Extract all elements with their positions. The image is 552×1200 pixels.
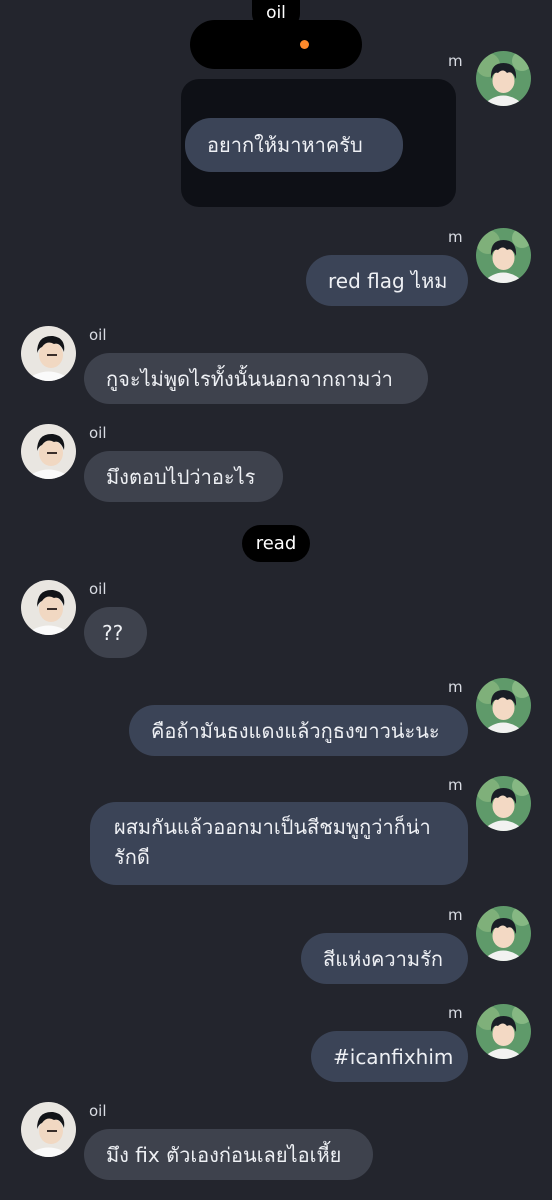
avatar-m-icon[interactable] xyxy=(476,906,531,961)
message-bubble[interactable]: มึงตอบไปว่าอะไร xyxy=(84,451,283,502)
avatar-m-icon[interactable] xyxy=(476,228,531,283)
message-bubble[interactable]: คือถ้ามันธงแดงแล้วกูธงขาวน่ะนะ xyxy=(129,705,468,756)
avatar-m-icon[interactable] xyxy=(476,776,531,831)
sender-name: m xyxy=(448,52,463,70)
message-bubble[interactable]: ?? xyxy=(84,607,147,658)
message-bubble[interactable]: red flag ไหม xyxy=(306,255,468,306)
sender-name: oil xyxy=(89,1102,107,1120)
sender-name: m xyxy=(448,776,463,794)
message-bubble[interactable]: สีแห่งความรัก xyxy=(301,933,468,984)
avatar-m-icon[interactable] xyxy=(476,1004,531,1059)
avatar-m-icon[interactable] xyxy=(476,678,531,733)
sender-name: m xyxy=(448,678,463,696)
avatar-oil-icon[interactable] xyxy=(21,580,76,635)
sender-name: oil xyxy=(89,326,107,344)
sender-name: m xyxy=(448,1004,463,1022)
message-bubble[interactable]: กูจะไม่พูดไรทั้งนั้นนอกจากถามว่า xyxy=(84,353,428,404)
message-bubble[interactable]: ผสมกันแล้วออกมาเป็นสีชมพูกูว่าก็น่ารักดี xyxy=(90,802,468,885)
message-bubble[interactable]: #icanfixhim xyxy=(311,1031,468,1082)
read-receipt-badge: read xyxy=(242,525,310,562)
avatar-m-icon[interactable] xyxy=(476,51,531,106)
sender-name: m xyxy=(448,906,463,924)
notification-dot-icon xyxy=(300,40,309,49)
redacted-pill xyxy=(190,20,362,69)
message-bubble[interactable]: อยากให้มาหาครับ xyxy=(185,118,403,172)
sender-name: m xyxy=(448,228,463,246)
sender-name: oil xyxy=(89,424,107,442)
sender-name: oil xyxy=(89,580,107,598)
avatar-oil-icon[interactable] xyxy=(21,326,76,381)
message-bubble[interactable]: มึง fix ตัวเองก่อนเลยไอเหี้ย xyxy=(84,1129,373,1180)
avatar-oil-icon[interactable] xyxy=(21,424,76,479)
avatar-oil-icon[interactable] xyxy=(21,1102,76,1157)
